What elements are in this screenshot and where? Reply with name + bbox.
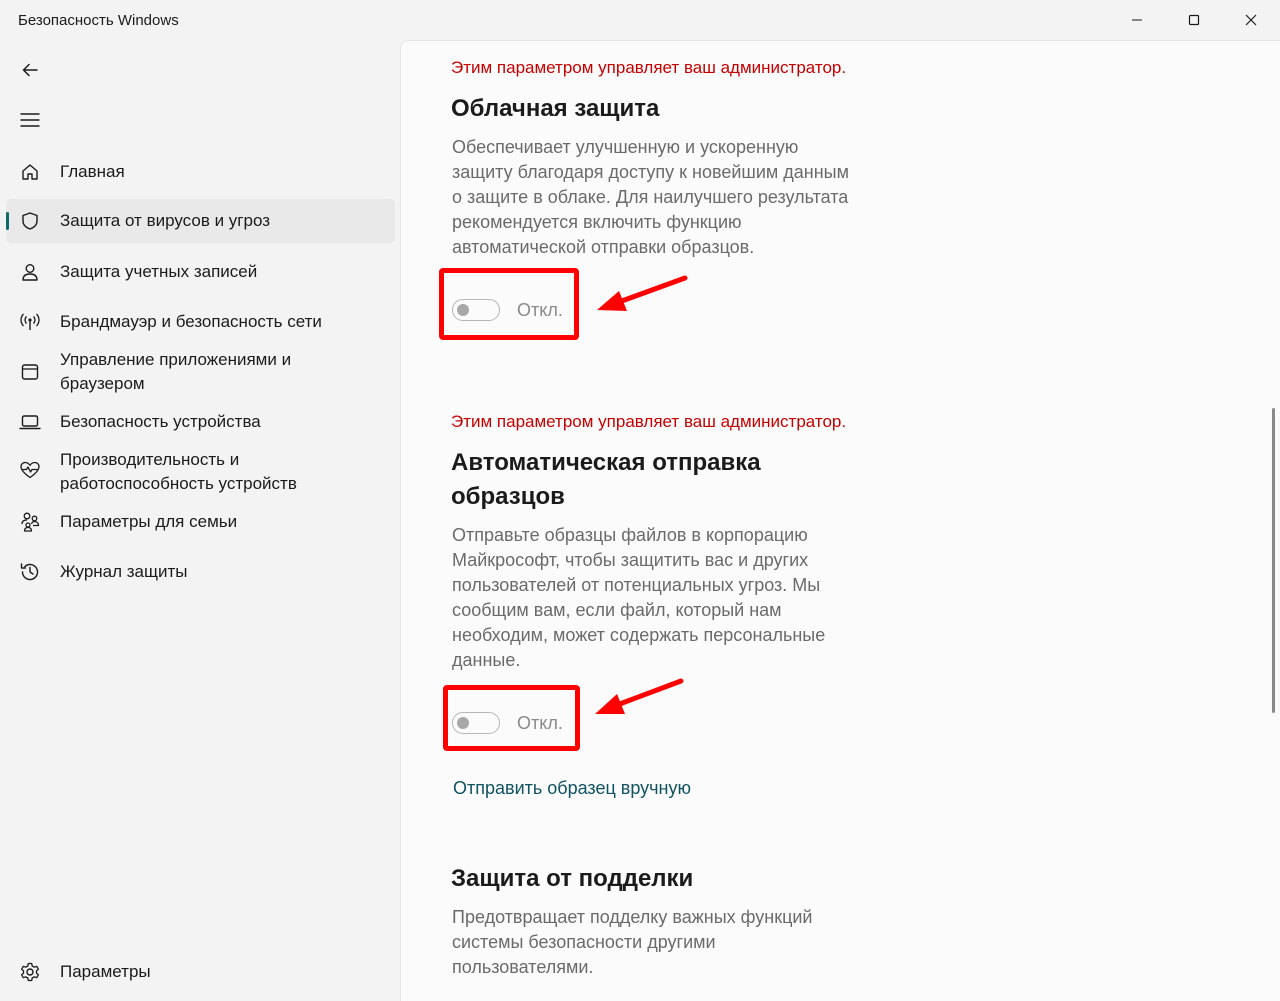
laptop-icon (18, 410, 42, 434)
hamburger-icon (20, 113, 40, 127)
nav-item-settings[interactable]: Параметры (6, 950, 395, 994)
back-arrow-icon (22, 63, 38, 77)
nav-item-label: Параметры для семьи (60, 512, 238, 531)
highlight-box (439, 268, 579, 340)
scrollbar-thumb[interactable] (1272, 408, 1275, 713)
section-title-tamper-protection: Защита от подделки (451, 865, 694, 892)
family-icon (18, 510, 42, 534)
submit-sample-manually-link[interactable]: Отправить образец вручную (453, 778, 691, 799)
title-bar: Безопасность Windows (0, 0, 1280, 40)
minimize-button[interactable] (1109, 0, 1165, 40)
nav-item-app-browser-control[interactable]: Управление приложениями и браузером (6, 346, 395, 398)
shield-icon (18, 209, 42, 233)
maximize-button[interactable] (1166, 0, 1222, 40)
section-title-sample-submission: Автоматическая отправка образцов (451, 449, 761, 510)
nav-item-label: Параметры (60, 962, 151, 981)
close-button[interactable] (1223, 0, 1279, 40)
back-button[interactable] (10, 52, 50, 88)
window-title: Безопасность Windows (18, 12, 179, 29)
nav-item-device-security[interactable]: Безопасность устройства (6, 400, 395, 444)
nav-item-home[interactable]: Главная (6, 150, 395, 194)
selection-indicator (6, 212, 9, 230)
maximize-icon (1188, 14, 1200, 26)
nav-item-label: Брандмауэр и безопасность сети (60, 312, 322, 331)
antenna-icon (18, 310, 42, 334)
red-arrow-annotation (595, 678, 684, 714)
highlight-box (443, 685, 580, 751)
gear-icon (18, 960, 42, 984)
nav-item-family-options[interactable]: Параметры для семьи (6, 500, 395, 544)
nav-item-label: Производительность и работоспособность у… (60, 450, 297, 493)
history-icon (18, 560, 42, 584)
nav-item-label: Безопасность устройства (60, 412, 261, 431)
nav-item-label: Защита учетных записей (60, 262, 258, 281)
nav-item-label: Главная (60, 162, 125, 181)
section-title-cloud-protection: Облачная защита (451, 95, 660, 122)
section-description-sample-submission: Отправьте образцы файлов в корпорацию Ма… (452, 525, 826, 670)
close-icon (1245, 14, 1257, 26)
section-description-tamper-protection: Предотвращает подделку важных функций си… (452, 907, 813, 977)
admin-managed-note: Этим параметром управляет ваш администра… (451, 58, 847, 77)
nav-item-label: Журнал защиты (60, 562, 188, 581)
nav-item-device-performance[interactable]: Производительность и работоспособность у… (6, 446, 395, 498)
nav-item-firewall[interactable]: Брандмауэр и безопасность сети (6, 300, 395, 344)
nav-item-protection-history[interactable]: Журнал защиты (6, 550, 395, 594)
person-icon (18, 260, 42, 284)
nav-item-label: Управление приложениями и браузером (60, 350, 292, 393)
nav-item-label: Защита от вирусов и угроз (60, 211, 271, 230)
menu-button[interactable] (10, 102, 50, 138)
section-description-cloud-protection: Обеспечивает улучшенную и ускоренную защ… (452, 137, 849, 257)
admin-managed-note: Этим параметром управляет ваш администра… (451, 412, 847, 431)
nav-item-virus-protection[interactable]: Защита от вирусов и угроз (6, 199, 395, 243)
home-icon (18, 160, 42, 184)
nav-item-account-protection[interactable]: Защита учетных записей (6, 250, 395, 294)
minimize-icon (1132, 19, 1142, 21)
app-window-icon (18, 360, 42, 384)
content-pane[interactable]: Этим параметром управляет ваш администра… (400, 40, 1280, 1001)
red-arrow-annotation (597, 275, 688, 311)
heart-pulse-icon (18, 458, 42, 482)
